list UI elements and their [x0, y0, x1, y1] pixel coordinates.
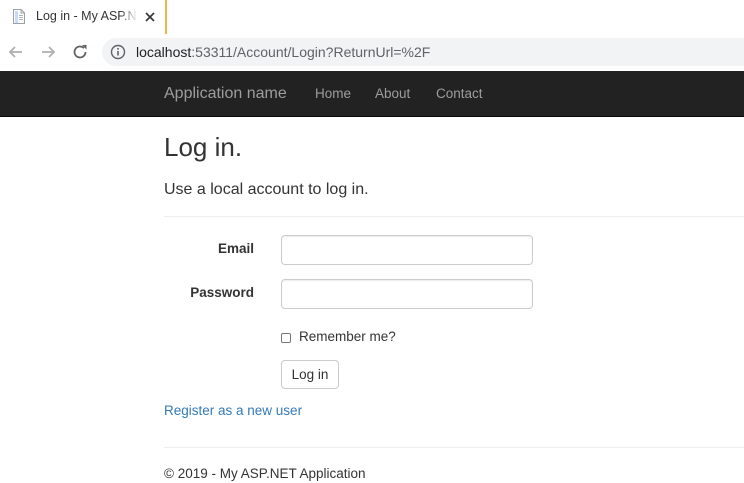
password-field[interactable] [281, 279, 533, 309]
password-label: Password [190, 285, 254, 300]
login-button[interactable]: Log in [281, 360, 339, 389]
tab-title: Log in - My ASP.NET Application [36, 9, 138, 23]
page-title: Log in. [164, 132, 243, 162]
nav-about-link[interactable]: About [375, 86, 410, 102]
nav-home-link[interactable]: Home [315, 86, 351, 102]
url-host: localhost [136, 44, 192, 60]
register-link[interactable]: Register as a new user [164, 403, 302, 419]
email-field[interactable] [281, 235, 533, 265]
divider [164, 216, 744, 217]
arrow-left-icon[interactable] [6, 42, 26, 62]
browser-tabstrip: Log in - My ASP.NET Application [0, 0, 744, 34]
arrow-right-icon[interactable] [38, 42, 58, 62]
browser-tab[interactable]: Log in - My ASP.NET Application [0, 0, 167, 34]
address-bar[interactable]: localhost:53311/Account/Login?ReturnUrl=… [102, 38, 744, 66]
email-label: Email [217, 241, 254, 256]
remember-me-checkbox[interactable] [281, 333, 291, 343]
page-subtitle: Use a local account to log in. [164, 181, 369, 198]
browser-toolbar: localhost:53311/Account/Login?ReturnUrl=… [0, 34, 744, 71]
info-icon[interactable] [110, 44, 126, 60]
site-navbar: Application name Home About Contact [0, 71, 744, 117]
footer-text: © 2019 - My ASP.NET Application [164, 466, 366, 481]
reload-icon[interactable] [70, 42, 90, 62]
nav-contact-link[interactable]: Contact [436, 86, 483, 102]
footer-divider [164, 447, 744, 448]
address-url: localhost:53311/Account/Login?ReturnUrl=… [136, 44, 430, 60]
brand-link[interactable]: Application name [164, 85, 287, 103]
remember-me-label[interactable]: Remember me? [299, 329, 396, 345]
close-icon[interactable] [144, 10, 156, 22]
url-path: :53311/Account/Login?ReturnUrl=%2F [191, 44, 431, 60]
document-icon [12, 9, 26, 24]
